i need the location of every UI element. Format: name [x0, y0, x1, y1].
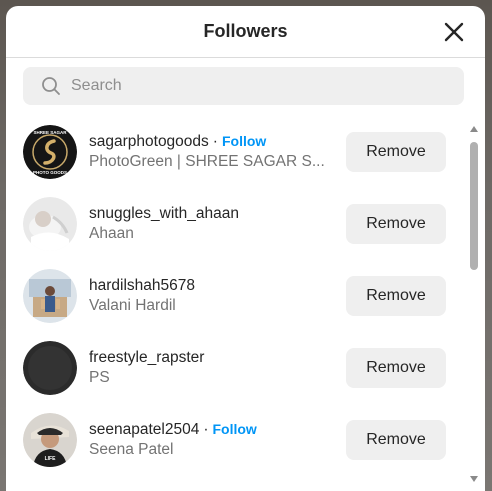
search-input[interactable] [71, 77, 431, 95]
search-icon [42, 77, 60, 95]
follower-row: LIFE seenapatel2504 · Follow Seena Patel R… [6, 404, 468, 476]
svg-text:PHOTO GOODS: PHOTO GOODS [33, 170, 67, 175]
username-link[interactable]: snuggles_with_ahaan [89, 205, 239, 222]
sagar-logo-avatar: SHREE SAGAR PHOTO GOODS [23, 125, 77, 179]
scroll-down-arrow-icon[interactable] [470, 476, 478, 482]
full-name: PhotoGreen | SHREE SAGAR S... [89, 153, 325, 170]
remove-button[interactable]: Remove [346, 204, 446, 244]
remove-button[interactable]: Remove [346, 348, 446, 388]
full-name: Valani Hardil [89, 297, 176, 314]
avatar[interactable] [23, 269, 77, 323]
follower-row: snuggles_with_ahaan Ahaan Remove [6, 188, 468, 260]
dialog-title: Followers [203, 21, 288, 41]
remove-button[interactable]: Remove [346, 420, 446, 460]
dark-avatar [23, 341, 77, 395]
followers-list: SHREE SAGAR PHOTO GOODS sagarphotogoods ·… [6, 116, 468, 476]
person-photo-avatar: LIFE [23, 413, 77, 467]
scroll-up-arrow-icon[interactable] [470, 126, 478, 132]
full-name: PS [89, 369, 110, 386]
close-icon [444, 22, 464, 42]
username-link[interactable]: sagarphotogoods [89, 133, 209, 150]
close-button[interactable] [443, 21, 465, 43]
separator-dot: · [212, 133, 218, 150]
follower-info: freestyle_rapster PS [89, 349, 329, 387]
person-photo-avatar [23, 269, 77, 323]
svg-text:SHREE SAGAR: SHREE SAGAR [33, 130, 67, 135]
follower-info: snuggles_with_ahaan Ahaan [89, 205, 329, 243]
follower-info: sagarphotogoods · Follow PhotoGreen | SHRE… [89, 133, 329, 171]
dialog-header: Followers [6, 6, 485, 58]
baby-photo-avatar [23, 197, 77, 251]
remove-button[interactable]: Remove [346, 276, 446, 316]
follow-button[interactable]: Follow [213, 421, 257, 437]
scrollbar[interactable] [467, 124, 481, 484]
scroll-thumb[interactable] [470, 142, 478, 270]
full-name: Seena Patel [89, 441, 174, 458]
follower-row: hardilshah5678 Valani Hardil Remove [6, 260, 468, 332]
followers-dialog: Followers SHREE SAGAR PHOTO GOODS [6, 6, 485, 491]
avatar[interactable] [23, 341, 77, 395]
avatar[interactable]: LIFE [23, 413, 77, 467]
svg-text:LIFE: LIFE [45, 456, 56, 462]
avatar[interactable]: SHREE SAGAR PHOTO GOODS [23, 125, 77, 179]
username-link[interactable]: seenapatel2504 [89, 421, 199, 438]
search-bar[interactable] [23, 67, 464, 105]
username-link[interactable]: hardilshah5678 [89, 277, 195, 294]
username-link[interactable]: freestyle_rapster [89, 349, 204, 366]
follow-button[interactable]: Follow [222, 133, 266, 149]
avatar[interactable] [23, 197, 77, 251]
separator-dot: · [203, 421, 209, 438]
follower-row: SHREE SAGAR PHOTO GOODS sagarphotogoods ·… [6, 116, 468, 188]
follower-info: hardilshah5678 Valani Hardil [89, 277, 329, 315]
full-name: Ahaan [89, 225, 134, 242]
follower-info: seenapatel2504 · Follow Seena Patel [89, 421, 329, 459]
follower-row: freestyle_rapster PS Remove [6, 332, 468, 404]
remove-button[interactable]: Remove [346, 132, 446, 172]
